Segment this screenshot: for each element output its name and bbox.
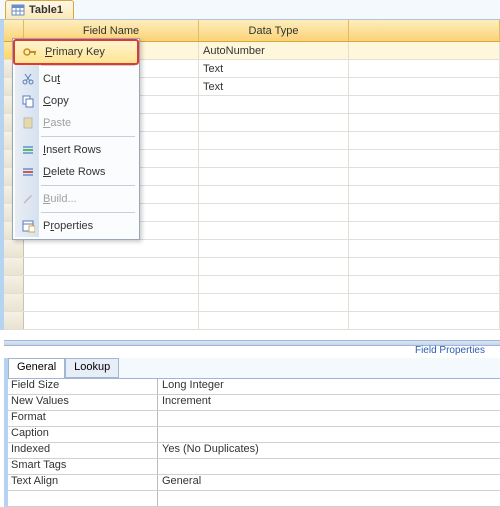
tab-general[interactable]: General	[8, 358, 65, 378]
menu-build: Build...	[15, 188, 137, 210]
menu-insert-rows[interactable]: Insert Rows	[15, 139, 137, 161]
row-selector[interactable]	[4, 276, 24, 293]
prop-name: Indexed	[8, 443, 158, 458]
menu-delete-rows[interactable]: Delete Rows	[15, 161, 137, 183]
cell-datatype[interactable]: AutoNumber	[199, 42, 349, 59]
grid-row[interactable]	[4, 294, 500, 312]
grid-row[interactable]	[4, 312, 500, 330]
menu-properties[interactable]: Properties	[15, 215, 137, 237]
menu-separator	[41, 185, 135, 186]
menu-label: Copy	[43, 95, 69, 107]
cell-description[interactable]	[349, 60, 500, 77]
insert-rows-icon	[19, 141, 37, 159]
prop-row[interactable]: Field SizeLong Integer	[8, 379, 500, 395]
grid-row[interactable]	[4, 276, 500, 294]
prop-name: New Values	[8, 395, 158, 410]
prop-value[interactable]: Long Integer	[158, 379, 224, 394]
prop-name: Text Align	[8, 475, 158, 490]
context-menu: Primary Key Cut Copy Paste Insert Rows D…	[12, 38, 140, 240]
row-selector[interactable]	[4, 258, 24, 275]
menu-separator	[41, 212, 135, 213]
prop-row[interactable]: Format	[8, 411, 500, 427]
menu-label: Properties	[43, 220, 93, 232]
prop-name: Smart Tags	[8, 459, 158, 474]
prop-row[interactable]: Caption	[8, 427, 500, 443]
col-header-datatype[interactable]: Data Type	[199, 20, 349, 41]
tab-label: Table1	[29, 4, 63, 16]
col-header-description[interactable]	[349, 20, 500, 41]
prop-row[interactable]: IndexedYes (No Duplicates)	[8, 443, 500, 459]
cell-description[interactable]	[349, 78, 500, 95]
row-selector[interactable]	[4, 240, 24, 257]
properties-icon	[19, 217, 37, 235]
menu-cut[interactable]: Cut	[15, 68, 137, 90]
tab-lookup[interactable]: Lookup	[65, 358, 119, 378]
delete-rows-icon	[19, 163, 37, 181]
menu-label: Paste	[43, 117, 71, 129]
prop-name: Field Size	[8, 379, 158, 394]
prop-value[interactable]	[158, 411, 162, 426]
cell-description[interactable]	[349, 42, 500, 59]
menu-separator	[41, 65, 135, 66]
prop-row[interactable]: Text AlignGeneral	[8, 475, 500, 491]
key-icon	[21, 43, 39, 61]
paste-icon	[19, 114, 37, 132]
grid-row[interactable]	[4, 258, 500, 276]
menu-paste: Paste	[15, 112, 137, 134]
menu-label: Build...	[43, 193, 77, 205]
prop-name: Caption	[8, 427, 158, 442]
menu-label: Delete Rows	[43, 166, 105, 178]
wand-icon	[19, 190, 37, 208]
prop-value[interactable]: General	[158, 475, 201, 490]
menu-separator	[41, 136, 135, 137]
prop-value[interactable]	[158, 459, 162, 474]
prop-value[interactable]	[158, 427, 162, 442]
field-properties-label: Field Properties	[415, 345, 485, 356]
menu-primary-key[interactable]: Primary Key	[13, 39, 139, 65]
prop-value[interactable]: Yes (No Duplicates)	[158, 443, 259, 458]
table-tab[interactable]: Table1	[5, 0, 74, 19]
table-icon	[11, 3, 25, 17]
cell-datatype[interactable]: Text	[199, 60, 349, 77]
prop-value[interactable]: Increment	[158, 395, 211, 410]
menu-label: Cut	[43, 73, 60, 85]
prop-row[interactable]: New ValuesIncrement	[8, 395, 500, 411]
copy-icon	[19, 92, 37, 110]
menu-label: Primary Key	[45, 46, 105, 58]
tab-bar: Table1	[0, 0, 500, 20]
prop-name: Format	[8, 411, 158, 426]
menu-label: Insert Rows	[43, 144, 101, 156]
props-grid: Field SizeLong Integer New ValuesIncreme…	[8, 378, 500, 507]
menu-copy[interactable]: Copy	[15, 90, 137, 112]
grid-row[interactable]	[4, 240, 500, 258]
field-properties-panel: General Lookup Field SizeLong Integer Ne…	[4, 358, 500, 507]
scissors-icon	[19, 70, 37, 88]
row-selector[interactable]	[4, 312, 24, 329]
prop-row[interactable]: Smart Tags	[8, 459, 500, 475]
cell-datatype[interactable]: Text	[199, 78, 349, 95]
props-tabs: General Lookup	[8, 358, 500, 378]
row-selector[interactable]	[4, 294, 24, 311]
prop-row[interactable]	[8, 491, 500, 507]
